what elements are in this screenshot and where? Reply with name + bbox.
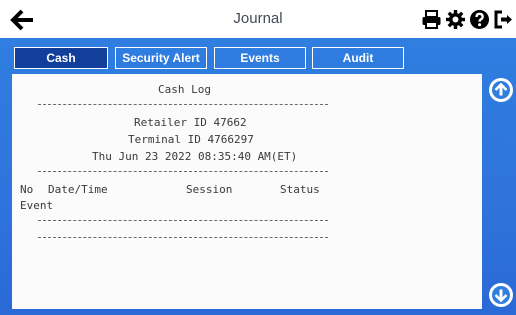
divider: [38, 220, 328, 221]
retailer-id: Retailer ID 47662: [134, 116, 247, 129]
gear-icon[interactable]: [445, 9, 466, 30]
top-icons: [421, 9, 514, 31]
log-title: Cash Log: [158, 83, 211, 96]
arrow-circle-down-icon[interactable]: [489, 283, 513, 307]
printer-icon[interactable]: [421, 9, 442, 30]
column-header-datetime: Date/Time: [48, 183, 108, 196]
divider: [38, 171, 328, 172]
tab-cash[interactable]: Cash: [14, 47, 108, 69]
divider: [38, 237, 328, 238]
divider: [38, 104, 328, 105]
column-header-no: No: [20, 183, 34, 196]
tab-security-alert[interactable]: Security Alert: [115, 47, 207, 69]
question-circle-icon[interactable]: [469, 9, 490, 30]
top-bar: Journal: [0, 0, 516, 38]
exit-icon[interactable]: [493, 9, 514, 30]
log-datetime: Thu Jun 23 2022 08:35:40 AM(ET): [92, 150, 298, 163]
tab-events[interactable]: Events: [214, 47, 306, 69]
terminal-id: Terminal ID 4766297: [128, 133, 254, 146]
column-header-session: Session: [186, 183, 233, 196]
tab-audit[interactable]: Audit: [312, 47, 404, 69]
row-label-event: Event: [20, 199, 54, 212]
arrow-circle-up-icon[interactable]: [489, 78, 513, 102]
cash-log[interactable]: Cash Log Retailer ID 47662 Terminal ID 4…: [12, 74, 482, 309]
column-header-status: Status: [280, 183, 320, 196]
